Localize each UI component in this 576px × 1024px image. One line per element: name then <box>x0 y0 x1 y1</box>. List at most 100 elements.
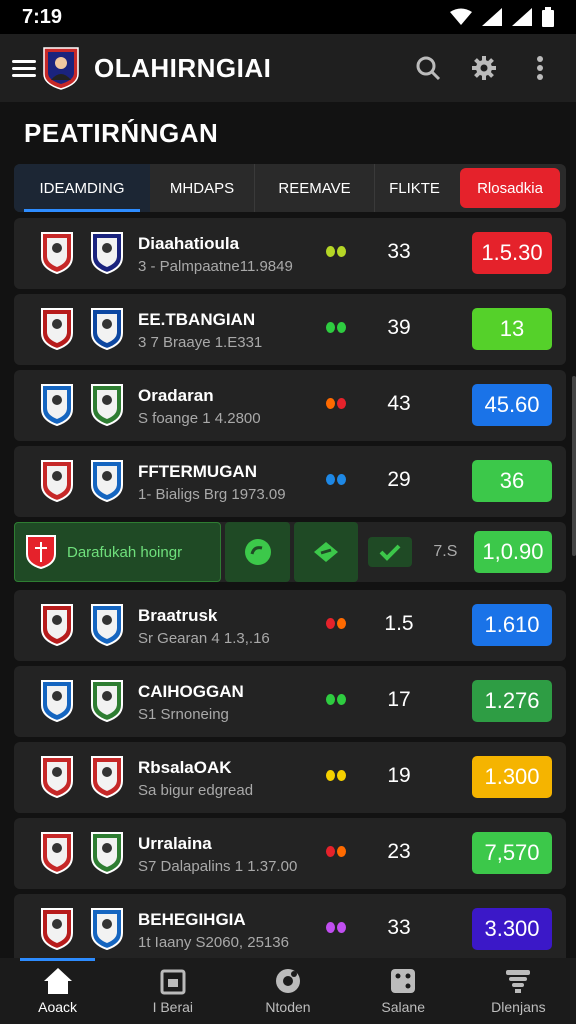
match-details: Sa bigur edgread <box>138 782 254 799</box>
match-name: Urralaina <box>138 834 212 853</box>
match-score: 19 <box>387 764 411 787</box>
menu-icon[interactable] <box>12 59 36 77</box>
settings-button[interactable] <box>460 44 508 92</box>
match-details: Sr Gearan 4 1.3,.16 <box>138 630 270 647</box>
ball-icon <box>276 969 300 993</box>
trophy-icon <box>506 970 531 993</box>
calendar-icon <box>160 969 186 995</box>
nav-item-ball[interactable]: Ntoden <box>230 958 345 1024</box>
more-vert-icon <box>537 56 543 80</box>
tab-ideamding[interactable]: IDEAMDING <box>14 164 150 212</box>
match-row[interactable]: Diaahatioula 3 - Palmpaatne11.9849 33 1.5.3… <box>14 218 566 289</box>
form-dots <box>326 246 346 257</box>
away-team-crest <box>90 831 124 875</box>
match-details: S1 Srnoneing <box>138 706 229 723</box>
form-dots <box>326 922 346 933</box>
wifi-icon <box>450 8 472 25</box>
tab-flikte[interactable]: FLIKTE <box>374 164 454 212</box>
nav-item-calendar[interactable]: I Berai <box>115 958 230 1024</box>
promo-odds-button[interactable]: 1,0.90 <box>473 531 552 573</box>
nav-item-dice[interactable]: Salane <box>346 958 461 1024</box>
match-row[interactable]: CAIHOGGAN S1 Srnoneing 17 1.276 <box>14 666 566 737</box>
match-details: 3 - Palmpaatne11.9849 <box>138 258 293 275</box>
match-name: Braatrusk <box>138 606 218 625</box>
search-button[interactable] <box>404 44 452 92</box>
odds-button[interactable]: 3.300 <box>472 908 552 950</box>
match-name: Diaahatioula <box>138 234 240 253</box>
odds-button[interactable]: 13 <box>472 308 552 350</box>
app-title: OLAHIRNGIAI <box>94 52 272 83</box>
odds-button[interactable]: 36 <box>472 460 552 502</box>
away-team-crest <box>90 383 124 427</box>
tab-live[interactable]: Rlosadkia <box>460 168 560 208</box>
odds-button[interactable]: 1.276 <box>472 680 552 722</box>
form-dots <box>326 694 346 705</box>
match-details: S foange 1 4.2800 <box>138 410 261 427</box>
away-team-crest <box>90 907 124 951</box>
promo-banner[interactable]: Darafukah hoingr <box>14 522 222 582</box>
match-row[interactable]: Braatrusk Sr Gearan 4 1.3,.16 1.5 1.610 <box>14 590 566 661</box>
home-team-crest <box>40 231 74 275</box>
nav-label: Dlenjans <box>491 999 546 1015</box>
home-team-crest <box>40 459 74 503</box>
check-icon <box>379 544 401 561</box>
away-team-crest <box>90 459 124 503</box>
away-team-crest <box>90 679 124 723</box>
promo-action-3[interactable] <box>362 522 417 582</box>
match-score: 43 <box>387 392 411 415</box>
match-details: 1- Bialigs Brg 1973.09 <box>138 486 286 503</box>
promo-action-2[interactable] <box>293 522 359 582</box>
more-button[interactable] <box>516 44 564 92</box>
form-dots <box>326 322 346 333</box>
match-name: RbsalaOAK <box>138 758 232 777</box>
promo-row[interactable]: Darafukah hoingr 7.S 1,0.90 <box>14 522 566 582</box>
search-icon <box>416 56 441 81</box>
match-row[interactable]: FFTERMUGAN 1- Bialigs Brg 1973.09 29 36 <box>14 446 566 517</box>
odds-button[interactable]: 45.60 <box>472 384 552 426</box>
promo-score: 7.S <box>433 543 458 560</box>
tab-reemave[interactable]: REEMAVE <box>254 164 374 212</box>
match-score: 39 <box>387 316 411 339</box>
match-row[interactable]: EE.TBANGIAN 3 7 Braaye 1.E331 39 13 <box>14 294 566 365</box>
section-title: PEATIRŃNGAN <box>24 118 219 148</box>
odds-button[interactable]: 1.300 <box>472 756 552 798</box>
gear-icon <box>472 56 496 80</box>
nav-item-trophy[interactable]: Dlenjans <box>461 958 576 1024</box>
away-team-crest <box>90 231 124 275</box>
nav-label: Ntoden <box>265 999 311 1015</box>
form-dots <box>326 846 346 857</box>
status-icons <box>450 7 554 27</box>
away-team-crest <box>90 603 124 647</box>
match-name: Oradaran <box>138 386 214 405</box>
home-team-crest <box>40 383 74 427</box>
match-row[interactable]: BEHEGIHGIA 1t Iaany S2060, 25136 33 3.300 <box>14 894 566 965</box>
nav-label: Aoack <box>38 999 78 1015</box>
match-score: 1.5 <box>384 612 414 635</box>
home-team-crest <box>40 831 74 875</box>
nav-item-home[interactable]: Aoack <box>0 958 115 1024</box>
match-score: 23 <box>387 840 411 863</box>
scrollbar[interactable] <box>572 376 576 556</box>
odds-button[interactable]: 1.610 <box>472 604 552 646</box>
nav-label: Salane <box>381 999 425 1015</box>
promo-action-1[interactable] <box>225 522 290 582</box>
home-icon <box>43 968 72 994</box>
match-name: EE.TBANGIAN <box>138 310 256 329</box>
form-dots <box>326 398 346 409</box>
signal-icon-2 <box>512 8 532 26</box>
form-dots <box>326 770 346 781</box>
match-row[interactable]: Urralaina S7 Dalapalins 1 1.37.00 23 7,570 <box>14 818 566 889</box>
bottom-nav: Aoack I Berai Ntoden Salane Dlenjans <box>0 958 576 1024</box>
match-row[interactable]: RbsalaOAK Sa bigur edgread 19 1.300 <box>14 742 566 813</box>
match-score: 17 <box>387 688 411 711</box>
app-bar: OLAHIRNGIAI <box>0 34 576 102</box>
odds-button[interactable]: 1.5.30 <box>472 232 552 274</box>
home-team-crest <box>40 603 74 647</box>
match-row[interactable]: Oradaran S foange 1 4.2800 43 45.60 <box>14 370 566 441</box>
odds-button[interactable]: 7,570 <box>472 832 552 874</box>
dice-icon <box>391 969 416 993</box>
form-dots <box>326 618 346 629</box>
promo-label: Darafukah hoingr <box>67 543 183 561</box>
tab-mhdaps[interactable]: MHDAPS <box>150 164 254 212</box>
app-logo <box>43 47 79 90</box>
